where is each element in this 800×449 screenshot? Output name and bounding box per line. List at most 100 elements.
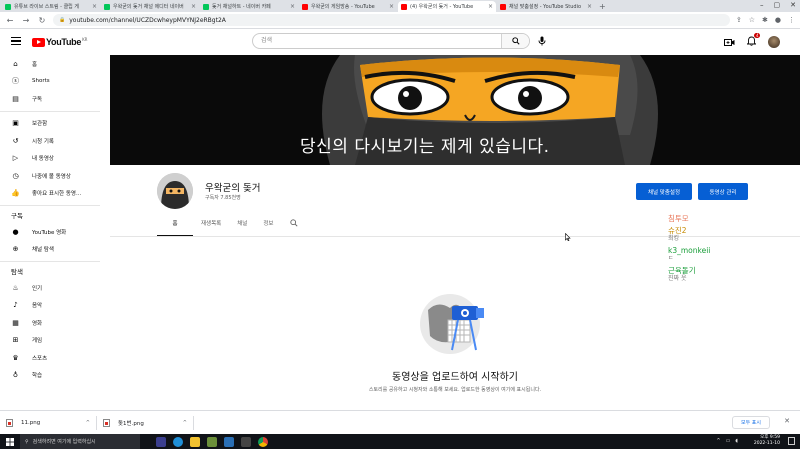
back-icon[interactable]: ← xyxy=(5,16,15,25)
sidebar-item-youtube-movies[interactable]: ● YouTube 영화 xyxy=(0,223,108,241)
youtube-logo[interactable]: YouTube KR xyxy=(32,37,87,47)
edge-icon[interactable] xyxy=(173,436,183,447)
browser-tab-active[interactable]: (4) 우왁굳의 돚거 - YouTube × xyxy=(398,1,496,12)
sidebar-item-liked[interactable]: 👍 좋아요 표시한 동영... xyxy=(0,185,108,203)
sidebar-item-subscriptions[interactable]: ▤ 구독 xyxy=(0,90,108,108)
channel-avatar[interactable] xyxy=(157,173,193,209)
image-file-icon xyxy=(6,418,13,427)
chevron-up-icon[interactable]: ^ xyxy=(86,420,90,426)
lock-icon[interactable]: 🔒 xyxy=(59,17,65,23)
minecraft-icon[interactable] xyxy=(207,436,217,447)
tab-about[interactable]: 정보 xyxy=(255,214,281,236)
youtube-movies-icon: ● xyxy=(12,227,19,236)
app-icon[interactable] xyxy=(241,436,251,447)
download-item[interactable]: 11.png ^ xyxy=(6,415,94,431)
trending-icon: ♨ xyxy=(12,283,19,292)
browser-tab[interactable]: 우왁굳의 돚거 채널 에디터 네이버 × xyxy=(101,1,199,12)
clock-date: 2022-11-10 xyxy=(753,441,780,446)
sidebar-divider xyxy=(0,110,100,112)
profile-icon[interactable]: ● xyxy=(775,16,781,24)
manage-videos-button[interactable]: 동영상 관리 xyxy=(698,183,748,200)
channel-search-button[interactable] xyxy=(282,214,306,236)
download-item[interactable]: 돚1번.png ^ xyxy=(103,415,191,431)
taskbar-clock[interactable]: 오후 9:59 2022-11-10 xyxy=(754,435,780,447)
show-all-downloads-button[interactable]: 모두 표시 xyxy=(732,416,770,429)
sidebar-item-my-videos[interactable]: ▷ 내 동영상 xyxy=(0,150,108,168)
empty-state-description: 스토리를 공유하고 시청자와 소통해 보세요. 업로드한 동영상이 여기에 표시… xyxy=(368,387,542,393)
search-icon: ⚲ xyxy=(25,438,29,445)
tab-title: 채널 맞춤설정 - YouTube Studio xyxy=(509,4,582,10)
sidebar-item-movies[interactable]: ▦ 영화 xyxy=(0,314,108,332)
chrome-icon[interactable] xyxy=(258,436,268,447)
browser-menu-icon[interactable]: ⋮ xyxy=(788,16,795,24)
sidebar-item-label: 음악 xyxy=(32,303,43,310)
maximize-icon[interactable]: ▢ xyxy=(774,1,781,9)
taskbar-search-input[interactable]: ⚲ 검색하려면 여기에 입력하십시 xyxy=(20,434,140,449)
url-text: youtube.com/channel/UCZDcwheypMVYNJ2eRBg… xyxy=(69,16,226,24)
sidebar-item-label: 시청 기록 xyxy=(32,138,54,145)
microphone-icon[interactable] xyxy=(537,36,547,46)
download-filename: 돚1번.png xyxy=(118,420,144,427)
url-field[interactable]: 🔒 youtube.com/channel/UCZDcwheypMVYNJ2eR… xyxy=(53,14,730,26)
reload-icon[interactable]: ↻ xyxy=(37,16,47,25)
close-window-icon[interactable]: ✕ xyxy=(790,1,796,9)
browser-tab[interactable]: 채널 맞춤설정 - YouTube Studio × xyxy=(497,1,595,12)
history-icon: ↺ xyxy=(12,136,19,145)
task-view-icon[interactable] xyxy=(156,436,166,447)
sidebar-item-label: Shorts xyxy=(32,78,50,85)
minimize-icon[interactable]: – xyxy=(760,1,764,9)
sidebar-item-home[interactable]: ⌂ 홈 xyxy=(0,55,108,73)
sidebar-item-library[interactable]: ▣ 보관함 xyxy=(0,115,108,133)
create-video-icon[interactable] xyxy=(724,38,735,47)
sidebar-item-gaming[interactable]: ⊞ 게임 xyxy=(0,332,108,350)
chevron-up-icon[interactable]: ^ xyxy=(183,420,187,426)
tab-home[interactable]: 홈 xyxy=(157,214,193,236)
close-tab-icon[interactable]: × xyxy=(488,3,493,10)
search-input[interactable]: 검색 xyxy=(253,34,501,48)
extensions-icon[interactable]: ✱ xyxy=(762,16,768,24)
forward-icon[interactable]: → xyxy=(21,16,31,25)
sidebar-item-watch-later[interactable]: ◷ 나중에 볼 동영상 xyxy=(0,167,108,185)
close-tab-icon[interactable]: × xyxy=(191,3,196,10)
masthead-actions: 4 xyxy=(724,33,780,48)
movies-icon: ▦ xyxy=(12,318,19,327)
notifications-button[interactable]: 4 xyxy=(746,33,760,48)
sidebar-item-learning[interactable]: ♁ 학습 xyxy=(0,367,108,385)
sidebar-item-history[interactable]: ↺ 시청 기록 xyxy=(0,132,108,150)
notification-center-icon[interactable] xyxy=(788,437,795,445)
browser-tab[interactable]: 우왁굳의 게임방송 - YouTube × xyxy=(299,1,397,12)
user-avatar[interactable] xyxy=(768,36,780,48)
volume-icon[interactable]: ◖ xyxy=(735,438,738,444)
share-icon[interactable]: ⇪ xyxy=(736,16,742,24)
tab-playlists[interactable]: 재생목록 xyxy=(193,214,229,236)
sidebar-item-browse-channels[interactable]: ⊕ 채널 탐색 xyxy=(0,241,108,259)
logo-text: YouTube xyxy=(46,37,82,47)
home-icon: ⌂ xyxy=(13,59,18,68)
start-button[interactable] xyxy=(0,437,20,446)
library-icon: ▣ xyxy=(12,119,19,128)
browser-tab[interactable]: 돚거 채널하트 - 네이버 카페 × xyxy=(200,1,298,12)
sidebar-item-shorts[interactable]: ⓢ Shorts xyxy=(0,73,108,91)
menu-icon[interactable] xyxy=(11,37,21,45)
close-tab-icon[interactable]: × xyxy=(587,3,592,10)
customize-channel-button[interactable]: 채널 맞춤설정 xyxy=(636,183,692,200)
logo-region: KR xyxy=(82,37,88,42)
browser-tab[interactable]: 유튜브 라이브 스트림 - 클립 게 × xyxy=(2,1,100,12)
close-tab-icon[interactable]: × xyxy=(92,3,97,10)
close-tab-icon[interactable]: × xyxy=(290,3,295,10)
sidebar-item-sports[interactable]: ♛ 스포츠 xyxy=(0,349,108,367)
close-icon[interactable]: ✕ xyxy=(784,417,790,425)
new-tab-button[interactable]: + xyxy=(599,2,606,11)
search-button[interactable] xyxy=(501,34,529,48)
chevron-up-icon[interactable]: ^ xyxy=(716,438,720,444)
tab-channels[interactable]: 채널 xyxy=(229,214,255,236)
close-tab-icon[interactable]: × xyxy=(389,3,394,10)
sidebar-item-music[interactable]: ♪ 음악 xyxy=(0,297,108,315)
vegas-icon[interactable] xyxy=(224,436,234,447)
tab-title: 돚거 채널하트 - 네이버 카페 xyxy=(212,4,271,10)
file-explorer-icon[interactable] xyxy=(190,436,200,447)
sports-icon: ♛ xyxy=(12,353,19,362)
sidebar-item-trending[interactable]: ♨ 인기 xyxy=(0,279,108,297)
network-icon[interactable]: ▭ xyxy=(726,438,731,444)
bookmark-star-icon[interactable]: ☆ xyxy=(749,16,755,24)
